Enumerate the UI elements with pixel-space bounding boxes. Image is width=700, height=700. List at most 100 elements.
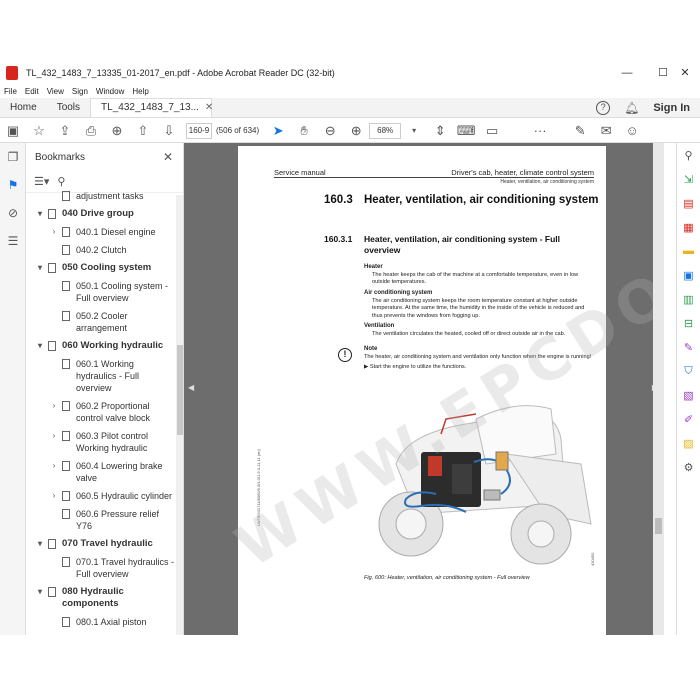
bookmark-item[interactable]: › 060.4 Lowering brake valve	[26, 457, 176, 487]
bookmark-glyph-icon	[48, 209, 56, 219]
star-icon[interactable]: ☆	[26, 119, 52, 143]
combine-files-icon[interactable]: ▣	[677, 263, 700, 287]
send-review-icon[interactable]: ▨	[677, 431, 700, 455]
comment-tool-icon[interactable]: ▬	[677, 239, 700, 263]
bookmark-glyph-icon	[62, 557, 70, 567]
layers-icon[interactable]: ☰	[0, 227, 26, 255]
bookmark-item[interactable]: › 060.2 Proportional control valve block	[26, 397, 176, 427]
document-scrollbar[interactable]	[653, 143, 664, 635]
hand-tool-icon[interactable]: ✋︎	[291, 119, 317, 143]
bookmark-glyph-icon	[48, 539, 56, 549]
collapse-left-icon[interactable]: ◀	[188, 383, 194, 392]
comment-icon[interactable]: ▭	[479, 119, 505, 143]
bookmark-glyph-icon	[62, 617, 70, 627]
bookmark-item[interactable]: 040.2 Clutch	[26, 241, 176, 259]
bookmark-item[interactable]: 070.1 Travel hydraulics - Full overview	[26, 553, 176, 583]
bookmark-item[interactable]: › 060.3 Pilot control Working hydraulic	[26, 427, 176, 457]
fill-sign-tool-icon[interactable]: ✎	[677, 335, 700, 359]
expand-toggle-icon[interactable]: ▾	[34, 586, 46, 610]
chevron-down-icon[interactable]: ▾	[401, 119, 427, 143]
expand-toggle-icon[interactable]: ›	[48, 226, 60, 238]
bookmark-item[interactable]: adjustment tasks	[26, 187, 176, 205]
bookmark-icon[interactable]: ⚑	[0, 171, 26, 199]
zoom-out-icon[interactable]: ⊖	[317, 119, 343, 143]
print-icon[interactable]: ⎙	[78, 119, 104, 143]
tab-tools[interactable]: Tools	[47, 98, 90, 117]
page-thumbnails-icon[interactable]: ❐	[0, 143, 26, 171]
email-icon[interactable]: ✉	[593, 119, 619, 143]
save-icon[interactable]: ▣	[0, 119, 26, 143]
cloud-upload-icon[interactable]: ⇪	[52, 119, 78, 143]
menu-sign[interactable]: Sign	[72, 87, 88, 96]
more-tools-icon[interactable]: ⚙	[677, 455, 700, 479]
menu-file[interactable]: File	[4, 87, 17, 96]
expand-toggle-icon[interactable]: ▾	[34, 538, 46, 550]
menu-window[interactable]: Window	[96, 87, 124, 96]
bookmark-item[interactable]: 080.1 Axial piston	[26, 613, 176, 627]
expand-toggle-icon[interactable]: ›	[48, 460, 60, 484]
edit-pdf-icon[interactable]: ▦	[677, 215, 700, 239]
bookmark-item[interactable]: › 060.5 Hydraulic cylinder	[26, 487, 176, 505]
bookmark-item[interactable]: 060.1 Working hydraulics - Full overview	[26, 355, 176, 397]
bookmark-item[interactable]: › 040.1 Diesel engine	[26, 223, 176, 241]
bookmark-label: 040.1 Diesel engine	[76, 227, 156, 237]
select-cursor-icon[interactable]: ➤	[265, 119, 291, 143]
page-number-input[interactable]: 160-9	[186, 122, 212, 139]
zoom-search-icon[interactable]: ⊕	[104, 119, 130, 143]
certificates-icon[interactable]: ✐	[677, 407, 700, 431]
close-tab-icon[interactable]: ✕	[205, 98, 213, 118]
menu-view[interactable]: View	[47, 87, 64, 96]
export-pdf-icon[interactable]: ⇲	[677, 167, 700, 191]
bookmark-item[interactable]: 050.2 Cooler arrangement	[26, 307, 176, 337]
zoom-in-icon[interactable]: ⊕	[343, 119, 369, 143]
tab-home[interactable]: Home	[0, 98, 47, 117]
bookmark-group[interactable]: ▾ 060 Working hydraulic	[26, 337, 176, 355]
fill-sign-icon[interactable]: ✎	[567, 119, 593, 143]
page-up-icon[interactable]: ⇧	[130, 119, 156, 143]
keyboard-icon[interactable]: ⌨	[453, 119, 479, 143]
bookmark-group[interactable]: ▾ 050 Cooling system	[26, 259, 176, 277]
note-block: Note The heater, air conditioning system…	[364, 346, 596, 372]
heater-text: The heater keeps the cab of the machine …	[372, 271, 579, 286]
expand-toggle-icon[interactable]: ›	[48, 430, 60, 454]
bookmark-item[interactable]: 050.1 Cooling system - Full overview	[26, 277, 176, 307]
attachment-icon[interactable]: ⊘	[0, 199, 26, 227]
zoom-level-select[interactable]: 68%	[369, 122, 402, 139]
scan-icon[interactable]: ⊟	[677, 311, 700, 335]
bookmark-group[interactable]: ▾ 080 Hydraulic components	[26, 583, 176, 613]
menu-edit[interactable]: Edit	[25, 87, 39, 96]
expand-toggle-icon[interactable]: ›	[48, 490, 60, 502]
share-user-icon[interactable]: ☺	[619, 119, 645, 143]
expand-toggle-icon[interactable]: ▾	[34, 262, 46, 274]
tools-rail: ⚲ ⇲ ▤ ▦ ▬ ▣ ▥ ⊟ ✎ ⛉ ▧ ✐ ▨ ⚙	[676, 143, 700, 635]
page-down-icon[interactable]: ⇩	[156, 119, 182, 143]
bookmark-item[interactable]: 060.6 Pressure relief Y76	[26, 505, 176, 535]
organize-pages-icon[interactable]: ▥	[677, 287, 700, 311]
close-window-button[interactable]: ✕	[670, 62, 700, 84]
navigation-rail: ❐ ⚑ ⊘ ☰	[0, 143, 26, 635]
bookmark-group[interactable]: ▾ 070 Travel hydraulic	[26, 535, 176, 553]
send-for-signature-icon[interactable]: ▧	[677, 383, 700, 407]
create-pdf-icon[interactable]: ▤	[677, 191, 700, 215]
sign-in-button[interactable]: Sign In	[653, 102, 690, 114]
search-icon[interactable]: ⚲	[677, 143, 700, 167]
minimize-button[interactable]: —	[612, 62, 642, 84]
expand-toggle-icon[interactable]: ▾	[34, 208, 46, 220]
bookmark-group[interactable]: ▾ 040 Drive group	[26, 205, 176, 223]
more-options-icon[interactable]: ···	[527, 119, 553, 143]
menu-help[interactable]: Help	[132, 87, 148, 96]
expand-toggle-icon[interactable]: ▾	[34, 340, 46, 352]
heater-block: Heater The heater keeps the cab of the m…	[364, 264, 596, 287]
tab-document[interactable]: TL_432_1483_7_13... ✕	[90, 98, 213, 118]
close-panel-icon[interactable]: ✕	[163, 150, 173, 164]
expand-toggle-icon[interactable]: ›	[48, 400, 60, 424]
bell-icon[interactable]: 🔔︎	[624, 101, 639, 115]
bookmarks-scrollbar[interactable]	[176, 195, 183, 635]
protect-icon[interactable]: ⛉	[677, 359, 700, 383]
fit-page-icon[interactable]: ⇕	[427, 119, 453, 143]
document-view[interactable]: ◀ ▶ Service manual Driver's cab, heater,…	[184, 143, 664, 635]
pdf-page: Service manual Driver's cab, heater, cli…	[238, 146, 606, 635]
help-icon[interactable]: ?	[596, 100, 611, 115]
